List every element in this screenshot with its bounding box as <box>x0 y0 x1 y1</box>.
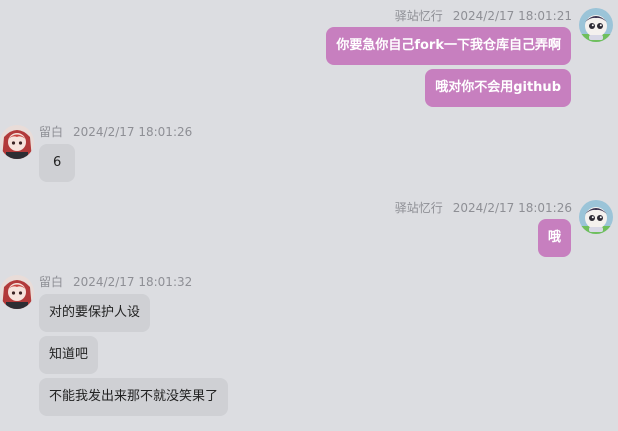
message-bubble[interactable]: 哦 <box>537 219 571 257</box>
chibi-character-avatar-icon[interactable] <box>579 200 613 234</box>
chibi-character-avatar-icon[interactable] <box>579 8 613 42</box>
message-timestamp: 2024/2/17 18:01:26 <box>452 201 572 215</box>
sender-name: 驿站忆行 <box>394 9 443 23</box>
message-bubble[interactable]: 对的要保护人设 <box>39 294 151 332</box>
message-bubble[interactable]: 知道吧 <box>39 336 99 374</box>
message-meta: 留白 2024/2/17 18:01:26 <box>39 124 192 140</box>
message-bubble[interactable]: 6 <box>39 144 76 182</box>
message-meta: 留白 2024/2/17 18:01:32 <box>39 274 192 290</box>
message-timestamp: 2024/2/17 18:01:21 <box>452 9 572 23</box>
sender-name: 留白 <box>39 125 64 139</box>
message-bubble[interactable]: 不能我发出来那不就没笑果了 <box>39 378 229 416</box>
anime-girl-avatar-icon[interactable] <box>0 275 34 309</box>
message-meta: 驿站忆行 2024/2/17 18:01:21 <box>395 8 572 24</box>
anime-girl-avatar-icon[interactable] <box>0 125 34 159</box>
message-bubble[interactable]: 哦对你不会用github <box>425 69 571 107</box>
message-timestamp: 2024/2/17 18:01:32 <box>73 275 193 289</box>
chat-message-list[interactable]: 驿站忆行 2024/2/17 18:01:21 你要急你自己fork一下我仓库自己… <box>0 0 618 431</box>
sender-name: 留白 <box>39 275 64 289</box>
sender-name: 驿站忆行 <box>394 201 443 215</box>
message-meta: 驿站忆行 2024/2/17 18:01:26 <box>395 200 572 216</box>
message-timestamp: 2024/2/17 18:01:26 <box>73 125 193 139</box>
message-bubble[interactable]: 你要急你自己fork一下我仓库自己弄啊 <box>326 27 571 65</box>
